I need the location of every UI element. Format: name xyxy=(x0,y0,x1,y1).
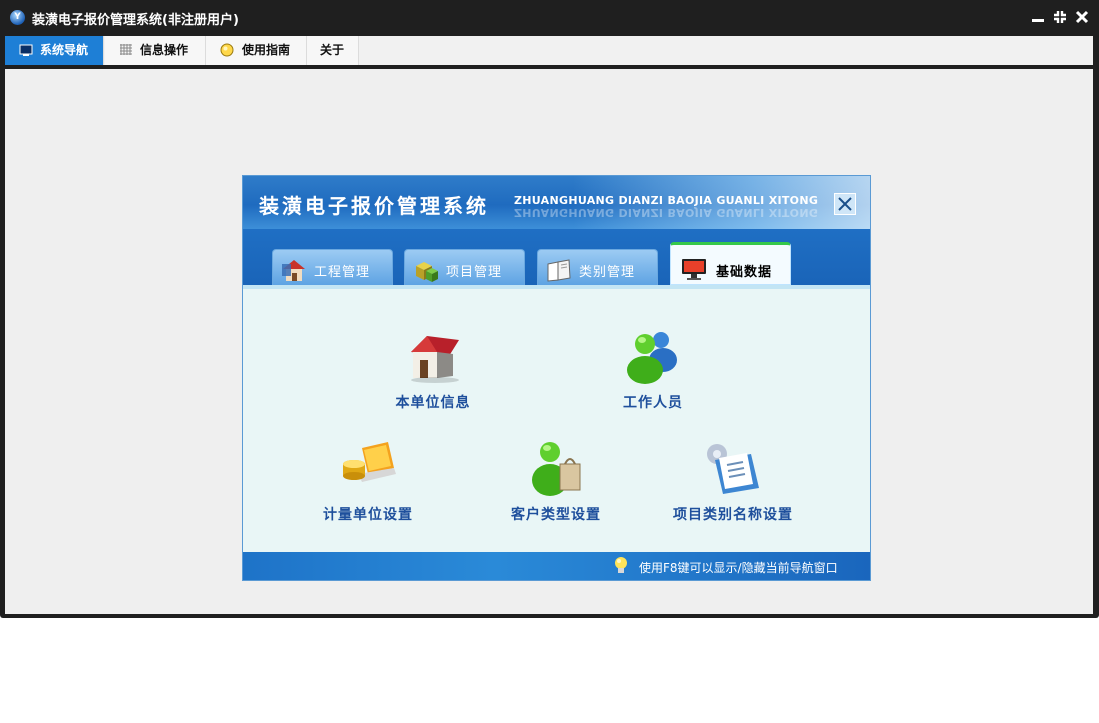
nav-panel-subtitle-reflection: ZHUANGHUANG DIANZI BAOJIA GUANLI XITONG xyxy=(514,206,819,219)
menu-bar: 系统导航 信息操作 使用指南 关于 xyxy=(5,36,1093,65)
tab-project-management[interactable]: 工程管理 xyxy=(272,249,393,285)
nav-status-bar: 使用F8键可以显示/隐藏当前导航窗口 xyxy=(243,552,870,580)
content-divider xyxy=(243,285,870,289)
menu-tab-label: 信息操作 xyxy=(140,43,189,57)
monitor-icon xyxy=(19,44,33,56)
lightbulb-icon xyxy=(615,557,627,573)
grid-icon xyxy=(120,44,132,55)
tab-label: 基础数据 xyxy=(716,265,773,280)
customer-type-button[interactable]: 客户类型设置 xyxy=(491,438,621,528)
menu-tab-label: 使用指南 xyxy=(242,43,291,57)
house-icon xyxy=(411,336,459,383)
book-icon xyxy=(547,259,571,282)
restore-button[interactable] xyxy=(1052,8,1068,26)
unit-setting-label: 计量单位设置 xyxy=(323,507,413,523)
monitor-icon xyxy=(682,259,706,280)
nav-panel-header: 装潢电子报价管理系统 ZHUANGHUANG DIANZI BAOJIA GUA… xyxy=(243,176,870,229)
nav-tabs-bar: 工程管理 项目管理 类别管理 基础数据 xyxy=(243,229,870,285)
close-button[interactable] xyxy=(1074,8,1090,26)
company-info-button[interactable]: 本单位信息 xyxy=(373,326,493,416)
close-icon xyxy=(838,197,852,211)
app-logo-icon: Y xyxy=(10,10,25,25)
customer-bag-icon xyxy=(532,442,581,496)
tab-basic-data[interactable]: 基础数据 xyxy=(670,242,791,285)
menu-tab-info-ops[interactable]: 信息操作 xyxy=(105,36,206,65)
nav-panel-close-button[interactable] xyxy=(834,193,856,215)
nav-panel-title: 装潢电子报价管理系统 xyxy=(259,194,489,218)
minimize-icon xyxy=(1032,19,1044,22)
title-bar[interactable]: Y 装潢电子报价管理系统(非注册用户) xyxy=(0,0,1099,35)
tab-label: 工程管理 xyxy=(314,265,371,280)
minimize-button[interactable] xyxy=(1030,8,1046,26)
coins-laptop-icon xyxy=(343,442,396,482)
menu-tab-label: 系统导航 xyxy=(40,43,89,57)
house-icon xyxy=(282,260,305,281)
staff-label: 工作人员 xyxy=(623,395,683,411)
status-hint-text: 使用F8键可以显示/隐藏当前导航窗口 xyxy=(639,561,838,575)
tab-label: 类别管理 xyxy=(579,265,636,280)
navigation-panel: 装潢电子报价管理系统 ZHUANGHUANG DIANZI BAOJIA GUA… xyxy=(242,175,871,581)
cubes-icon xyxy=(416,262,438,282)
unit-setting-button[interactable]: 计量单位设置 xyxy=(303,438,433,528)
guide-bulb-icon xyxy=(220,43,234,57)
staff-button[interactable]: 工作人员 xyxy=(593,326,713,416)
menu-tab-label: 关于 xyxy=(320,43,345,57)
menu-tab-about[interactable]: 关于 xyxy=(307,36,359,65)
tab-label: 项目管理 xyxy=(446,265,503,280)
close-icon xyxy=(1075,10,1089,24)
list-gear-icon xyxy=(707,444,759,494)
tab-category-management[interactable]: 类别管理 xyxy=(537,249,658,285)
restore-icon xyxy=(1054,11,1066,23)
customer-type-label: 客户类型设置 xyxy=(511,507,601,523)
users-icon xyxy=(627,332,677,384)
window-title: 装潢电子报价管理系统(非注册用户) xyxy=(32,13,239,28)
company-info-label: 本单位信息 xyxy=(395,395,471,411)
menu-tab-user-guide[interactable]: 使用指南 xyxy=(206,36,307,65)
category-name-button[interactable]: 项目类别名称设置 xyxy=(653,438,813,528)
category-name-label: 项目类别名称设置 xyxy=(673,507,793,523)
menu-tab-system-nav[interactable]: 系统导航 xyxy=(5,36,104,65)
tab-item-management[interactable]: 项目管理 xyxy=(404,249,525,285)
